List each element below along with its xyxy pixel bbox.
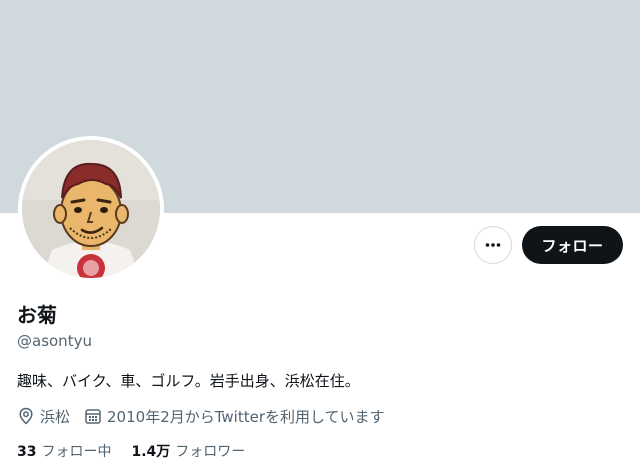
followers-link[interactable]: 1.4万 フォロワー: [131, 442, 245, 462]
following-count: 33: [17, 444, 37, 460]
location-item: 浜松: [17, 406, 70, 427]
calendar-icon: [85, 409, 101, 424]
followers-label: フォロワー: [175, 444, 246, 460]
display-name: お菊: [17, 303, 57, 327]
profile-stats: 33 フォロー中 1.4万 フォロワー: [17, 442, 265, 462]
avatar-image: [22, 140, 160, 278]
more-options-button[interactable]: [474, 226, 512, 264]
location-text: 浜松: [40, 407, 71, 426]
following-label: フォロー中: [41, 444, 112, 460]
followers-count: 1.4万: [131, 444, 171, 460]
more-horizontal-icon: [485, 243, 501, 247]
profile-meta: 浜松 2010年2月からTwitterを利用しています: [17, 405, 399, 427]
profile-bio: 趣味、バイク、車、ゴルフ。岩手出身、浜松在住。: [17, 372, 360, 390]
profile-avatar[interactable]: [18, 136, 164, 282]
follow-button[interactable]: フォロー: [522, 226, 623, 264]
joined-text: 2010年2月からTwitterを利用しています: [107, 407, 385, 426]
profile-page: フォロー お菊 @asontyu 趣味、バイク、車、ゴルフ。岩手出身、浜松在住。…: [0, 0, 640, 463]
user-handle: @asontyu: [17, 332, 92, 350]
location-pin-icon: [19, 407, 33, 425]
joined-item: 2010年2月からTwitterを利用しています: [84, 406, 385, 427]
following-link[interactable]: 33 フォロー中: [17, 442, 111, 462]
